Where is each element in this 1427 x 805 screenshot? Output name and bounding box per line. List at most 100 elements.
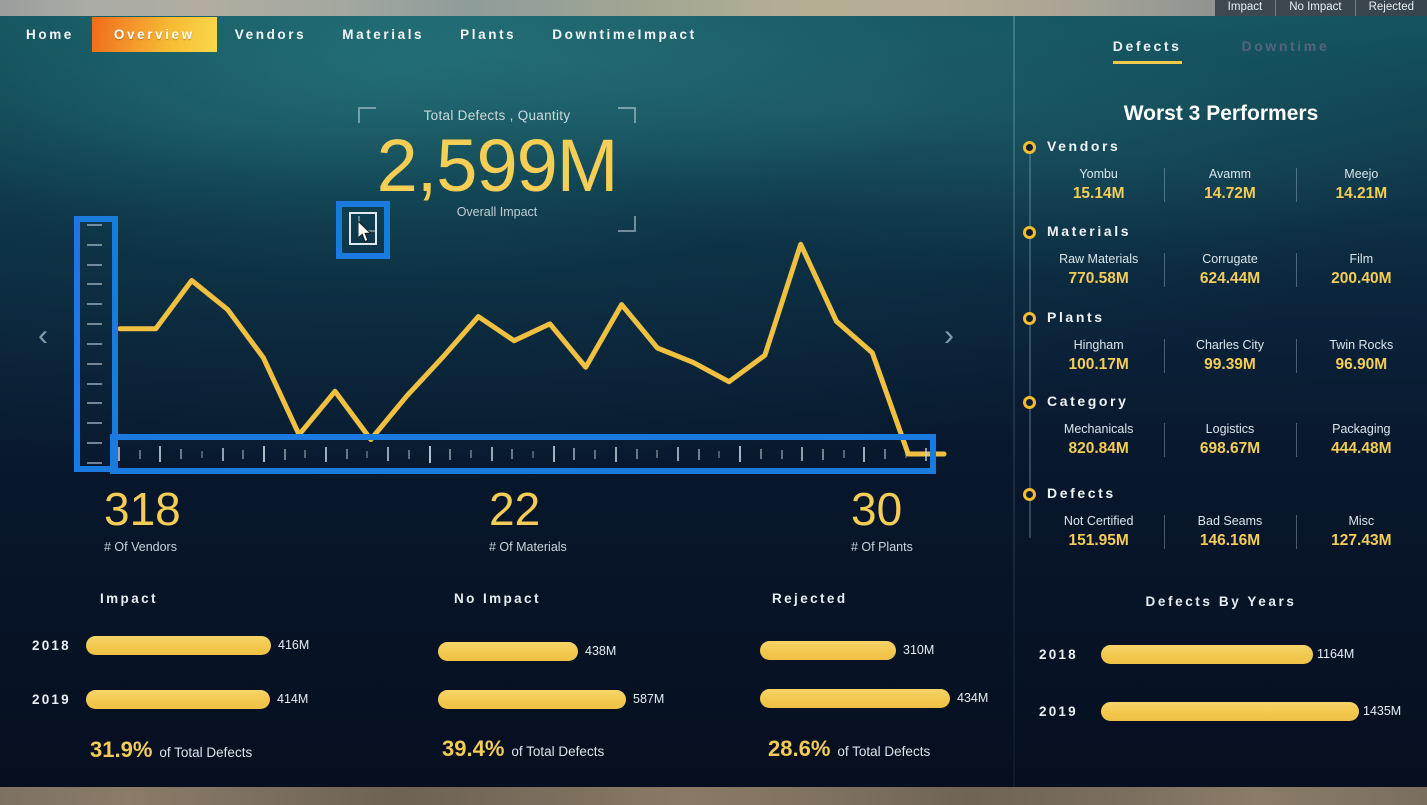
chart-prev-arrow-icon[interactable]: ‹ xyxy=(38,321,48,351)
performer-value: 96.90M xyxy=(1335,356,1388,373)
focus-mode-icon[interactable] xyxy=(349,212,377,245)
x-axis-tick xyxy=(759,449,762,459)
impact-bar-2019[interactable] xyxy=(86,689,270,709)
performer-value: 151.95M xyxy=(1068,532,1129,549)
list-item[interactable]: Misc 127.43M xyxy=(1295,513,1427,551)
nav-item-downtime-impact[interactable]: DowntimeImpact xyxy=(534,17,714,52)
x-axis-tick xyxy=(532,450,535,458)
top-tab-rejected[interactable]: Rejected xyxy=(1354,0,1427,16)
x-axis-tick xyxy=(428,445,431,463)
list-item[interactable]: Yombu 15.14M xyxy=(1033,166,1164,204)
defects-year-label-2018: 2018 xyxy=(1039,646,1078,662)
tab-defects[interactable]: Defects xyxy=(1112,38,1182,64)
timeline-bullet-plants-icon xyxy=(1023,312,1036,325)
performer-name: Yombu xyxy=(1079,167,1118,181)
count-label-materials: # Of Materials xyxy=(489,540,567,554)
rejected-bar-value-2019: 434M xyxy=(957,691,989,705)
nav-item-home[interactable]: Home xyxy=(8,17,92,52)
no-impact-row-2019: 587M xyxy=(438,687,664,711)
impact-row-2018: 2018 416M xyxy=(32,633,309,657)
x-axis-tick xyxy=(552,446,555,462)
x-axis-tick xyxy=(200,450,203,458)
x-axis-tick xyxy=(884,449,887,459)
nav-item-overview[interactable]: Overview xyxy=(91,16,217,52)
x-axis-tick xyxy=(221,447,224,461)
performer-value: 698.67M xyxy=(1199,440,1261,457)
x-axis-tick xyxy=(304,450,307,458)
no-impact-row-2018: 438M xyxy=(438,639,616,663)
rejected-bar-2019[interactable] xyxy=(760,688,950,708)
impact-group-rejected: Rejected 310M 434M 28.6% of Total Defect… xyxy=(718,591,1018,761)
tab-downtime[interactable]: Downtime xyxy=(1242,38,1330,64)
count-label-vendors: # Of Vendors xyxy=(104,540,177,554)
list-item[interactable]: Bad Seams 146.16M xyxy=(1164,513,1295,551)
x-axis-tick xyxy=(842,450,845,458)
timeline-bullet-category-icon xyxy=(1023,396,1036,409)
defects-year-bar-2018[interactable] xyxy=(1101,644,1313,664)
y-axis-tick xyxy=(87,224,102,226)
impact-bar-value-2018: 416M xyxy=(278,638,310,652)
screenshot-root: Impact No Impact Rejected Home Overview … xyxy=(0,0,1427,805)
top-tab-impact[interactable]: Impact xyxy=(1215,0,1276,16)
list-item[interactable]: Packaging 444.48M xyxy=(1295,421,1427,459)
count-kpi-materials: 22 # Of Materials xyxy=(489,484,567,554)
main-panel: Home Overview Vendors Materials Plants D… xyxy=(0,16,1013,787)
impact-group-no-impact: No Impact 438M 587M 39.4% of Total Defec… xyxy=(400,591,730,761)
y-axis-tick xyxy=(87,362,102,365)
x-axis-tick xyxy=(283,448,286,460)
performer-name: Hingham xyxy=(1073,338,1124,352)
list-item[interactable]: Logistics 698.67M xyxy=(1164,421,1295,459)
no-impact-bar-2018[interactable] xyxy=(438,641,578,661)
nav-item-plants[interactable]: Plants xyxy=(442,17,534,52)
nav-item-materials[interactable]: Materials xyxy=(324,17,442,52)
list-item[interactable]: Raw Materials 770.58M xyxy=(1033,251,1164,289)
impact-year-label-2018: 2018 xyxy=(32,637,71,653)
x-axis-tick xyxy=(635,449,638,459)
defects-year-bar-2019[interactable] xyxy=(1101,701,1359,721)
timeline-items-vendors: Yombu 15.14M Avamm 14.72M Meejo 14.21M xyxy=(1033,166,1427,204)
performer-name: Film xyxy=(1349,252,1374,266)
x-axis-tick xyxy=(242,449,245,459)
x-axis-tick xyxy=(262,446,265,462)
no-impact-bar-value-2018: 438M xyxy=(585,644,617,658)
performer-name: Meejo xyxy=(1344,167,1379,181)
nav-item-vendors[interactable]: Vendors xyxy=(217,17,324,52)
defects-year-row-2018: 2018 1164M xyxy=(1039,642,1354,666)
list-item[interactable]: Not Certified 151.95M xyxy=(1033,513,1164,551)
list-item[interactable]: Film 200.40M xyxy=(1295,251,1427,289)
no-impact-percent-value: 39.4% xyxy=(442,736,505,761)
performer-name: Bad Seams xyxy=(1197,514,1263,528)
list-item[interactable]: Hingham 100.17M xyxy=(1033,337,1164,375)
corner-bracket-top-right-icon xyxy=(618,107,636,123)
list-item[interactable]: Avamm 14.72M xyxy=(1164,166,1295,204)
y-axis-tick xyxy=(87,461,102,464)
x-axis-tick xyxy=(925,447,928,461)
performer-name: Mechanicals xyxy=(1063,422,1134,436)
rejected-bar-2018[interactable] xyxy=(760,640,896,660)
impact-bar-2018[interactable] xyxy=(86,635,271,655)
worst-performers-timeline: Vendors Yombu 15.14M Avamm 14.72M Meejo xyxy=(1015,138,1427,568)
top-tab-no-impact[interactable]: No Impact xyxy=(1275,0,1354,16)
timeline-bullet-vendors-icon xyxy=(1023,141,1036,154)
list-item[interactable]: Charles City 99.39M xyxy=(1164,337,1295,375)
performer-value: 820.84M xyxy=(1068,440,1129,457)
corner-bracket-top-left-icon xyxy=(358,107,376,123)
defects-year-value-2019: 1435M xyxy=(1363,704,1402,718)
x-axis-tick xyxy=(594,449,597,459)
no-impact-bar-2019[interactable] xyxy=(438,689,626,709)
performer-name: Avamm xyxy=(1208,167,1252,181)
performer-value: 200.40M xyxy=(1331,270,1392,287)
performer-name: Logistics xyxy=(1205,422,1255,436)
chart-series-line xyxy=(117,241,947,457)
timeline-items-defects: Not Certified 151.95M Bad Seams 146.16M … xyxy=(1033,513,1427,551)
list-item[interactable]: Corrugate 624.44M xyxy=(1164,251,1295,289)
list-item[interactable]: Twin Rocks 96.90M xyxy=(1295,337,1427,375)
chart-next-arrow-icon[interactable]: › xyxy=(944,321,954,351)
right-panel-tabs: Defects Downtime xyxy=(1015,38,1427,64)
list-item[interactable]: Meejo 14.21M xyxy=(1295,166,1427,204)
list-item[interactable]: Mechanicals 820.84M xyxy=(1033,421,1164,459)
x-axis-tick xyxy=(656,450,659,458)
defects-year-label-2019: 2019 xyxy=(1039,703,1078,719)
defects-by-years-title: Defects By Years xyxy=(1145,594,1297,609)
worst-performers-panel: Defects Downtime Worst 3 Performers Vend… xyxy=(1015,16,1427,787)
